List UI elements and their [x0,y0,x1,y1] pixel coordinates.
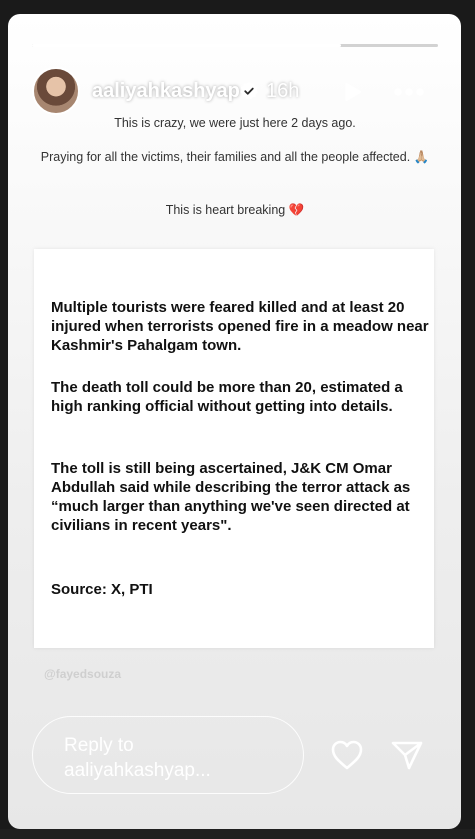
story-progress-fill [32,44,341,47]
reply-placeholder: Reply to aaliyahkashyap... [64,735,211,781]
more-options-icon[interactable] [392,82,426,102]
reply-input[interactable]: Reply to aaliyahkashyap... [32,716,304,794]
verified-badge-icon [240,81,258,100]
heart-icon[interactable] [330,739,364,771]
story-progress-bar [32,44,438,47]
send-icon[interactable] [390,739,424,771]
username[interactable]: aaliyahkashyap [92,80,240,103]
story-viewer: aaliyahkashyap 16h This is crazy, we wer… [8,14,461,829]
news-card: Multiple tourists were feared killed and… [34,249,434,648]
caption-line-2: Praying for all the victims, their famil… [40,150,430,164]
play-icon[interactable] [341,81,363,103]
news-paragraph-2: The death toll could be more than 20, es… [51,379,403,415]
news-source: Source: X, PTI [51,581,153,598]
caption-line-3: This is heart breaking 💔 [165,203,305,217]
post-time: 16h [266,80,300,102]
news-paragraph-1: Multiple tourists were feared killed and… [51,299,429,354]
watermark: @fayedsouza [44,667,122,681]
bottom-strip [0,829,475,839]
caption-line-1: This is crazy, we were just here 2 days … [114,116,356,130]
news-paragraph-3: The toll is still being ascertained, J&K… [51,460,411,534]
avatar[interactable] [32,67,80,115]
